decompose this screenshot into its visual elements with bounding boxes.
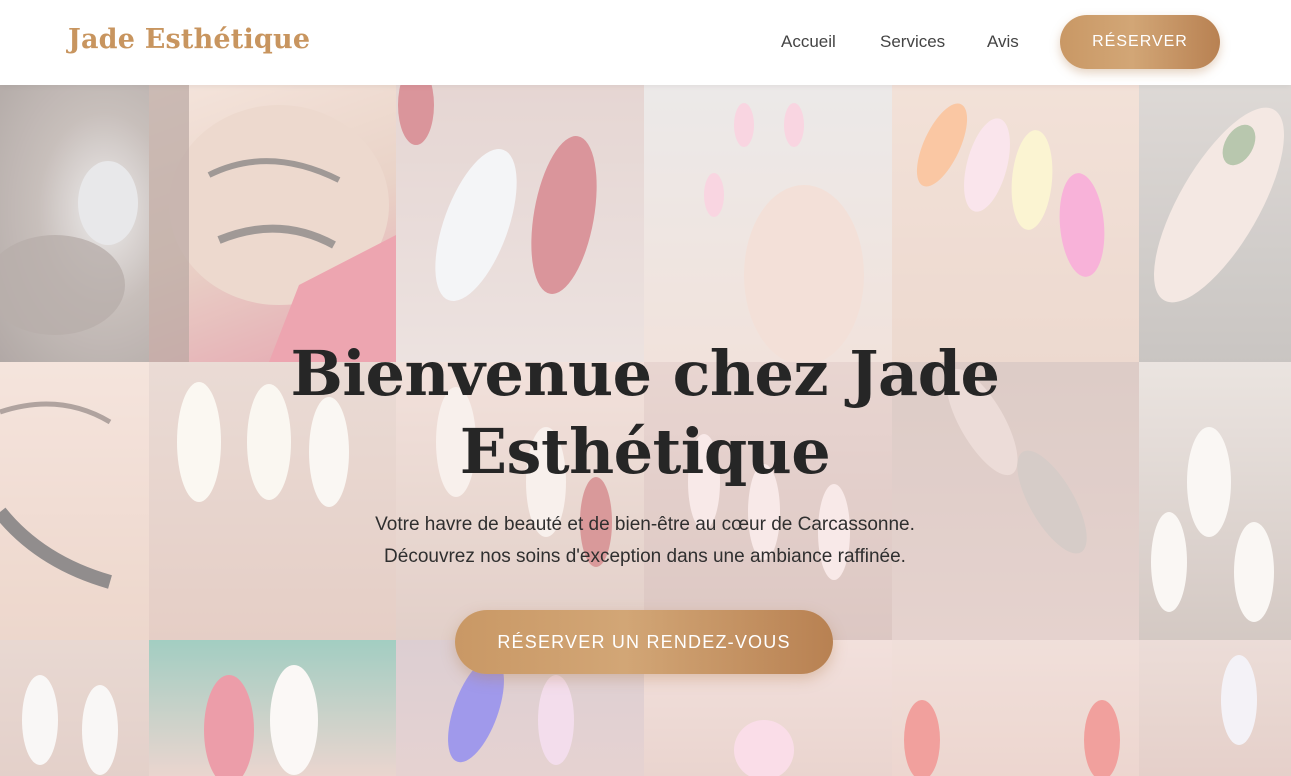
hero-title-line-1: Bienvenue chez Jade [290,337,1000,410]
hero-subtitle-line-2: Découvrez nos soins d'exception dans une… [384,546,906,567]
hero-title: Bienvenue chez Jade Esthétique [245,335,1045,491]
reserve-button[interactable]: RÉSERVER [1060,15,1220,69]
hero-subtitle: Votre havre de beauté et de bien-être au… [245,509,1045,573]
site-header: Jade Esthétique Accueil Services Avis RÉ… [0,0,1291,85]
nav-link-services[interactable]: Services [880,32,945,52]
hero-section: Bienvenue chez Jade Esthétique Votre hav… [0,85,1291,776]
book-appointment-button[interactable]: RÉSERVER UN RENDEZ-VOUS [455,610,833,674]
hero-subtitle-line-1: Votre havre de beauté et de bien-être au… [375,514,915,535]
site-logo[interactable]: Jade Esthétique [68,24,310,55]
hero-title-line-2: Esthétique [459,415,831,488]
nav-link-accueil[interactable]: Accueil [781,32,836,52]
nav-link-avis[interactable]: Avis [987,32,1019,52]
